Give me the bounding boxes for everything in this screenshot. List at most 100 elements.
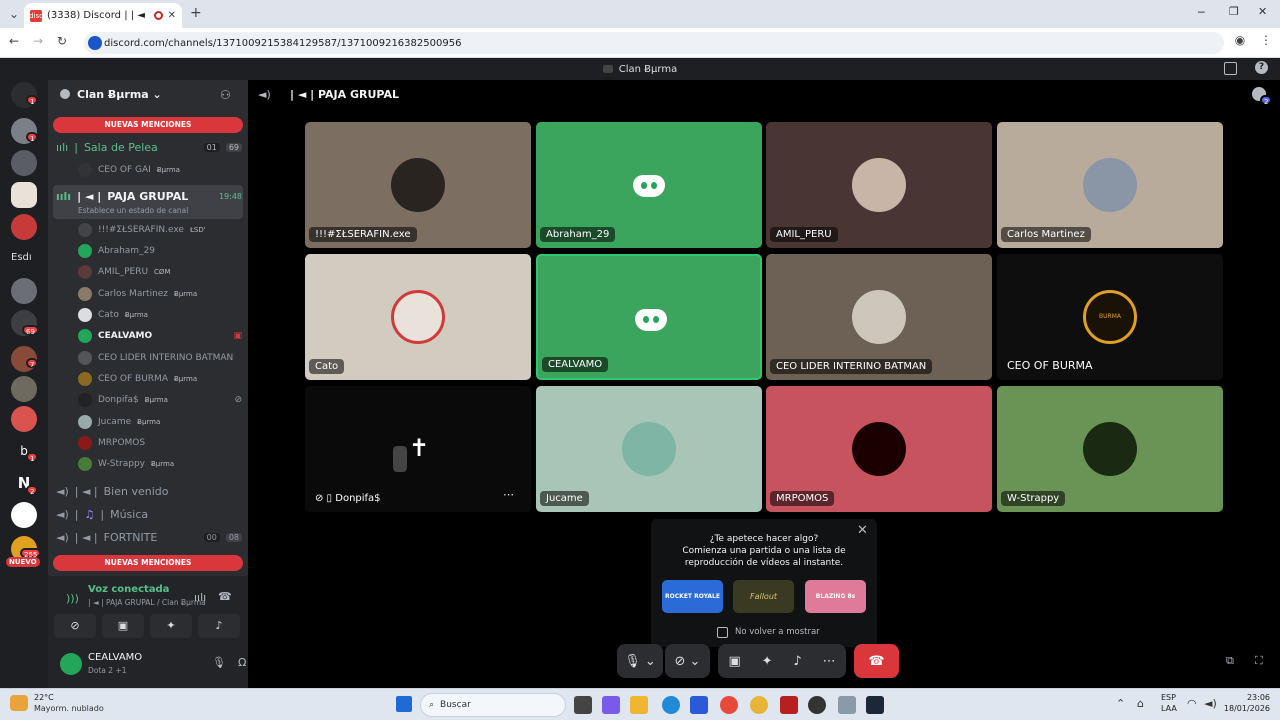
forward-icon[interactable]: → <box>30 34 46 48</box>
minimize-icon[interactable]: ─ <box>1198 6 1205 19</box>
voice-status[interactable]: Voz conectada <box>88 584 169 595</box>
help-icon[interactable]: ? <box>1255 61 1268 74</box>
video-tile-speaking[interactable]: CEALVAMO <box>536 254 762 380</box>
inbox-icon[interactable] <box>1224 62 1237 75</box>
video-tile[interactable]: ✝ ⊘ ▯ Donpifa$ ⋯ <box>305 386 531 512</box>
hang-up-button[interactable]: ☎ <box>854 644 899 678</box>
game-fallout[interactable]: Fallout <box>733 580 794 613</box>
back-icon[interactable]: ← <box>6 34 22 48</box>
more-icon[interactable]: ⋯ <box>823 654 836 669</box>
list-item[interactable]: !!!#ΣŁSERAFIN.exe ŁSD' <box>78 220 242 240</box>
list-item[interactable]: CEALVAMO ▣ <box>78 326 242 346</box>
server-icon[interactable] <box>11 406 37 432</box>
camera-off-icon[interactable]: ⊘ <box>54 614 96 638</box>
server-icon[interactable] <box>11 376 37 402</box>
server-icon[interactable] <box>11 502 37 528</box>
weather-icon[interactable] <box>10 695 28 711</box>
dota-icon[interactable] <box>780 696 798 714</box>
windows-start-icon[interactable] <box>396 696 412 712</box>
video-tile[interactable]: !!!#ΣŁSERAFIN.exe <box>305 122 531 248</box>
network-icon[interactable]: ⌂ <box>1137 697 1144 710</box>
new-tab-button[interactable]: + <box>190 5 202 21</box>
game-blazing-8s[interactable]: BLAZING 8s <box>805 580 866 613</box>
video-tile[interactable]: BURMA CEO OF BURMA <box>997 254 1223 380</box>
close-window-icon[interactable]: ✕ <box>1258 5 1267 18</box>
activities-icon[interactable]: ✦ <box>150 614 192 638</box>
screen-share-icon[interactable]: ▣ <box>728 654 740 669</box>
list-item[interactable]: Carlos Martinez Ƀμrma <box>78 284 242 304</box>
chrome-profile-icon[interactable] <box>750 696 768 714</box>
taskbar-search[interactable]: ⌕ Buscar <box>420 693 566 717</box>
chrome-icon[interactable] <box>720 696 738 714</box>
task-view-icon[interactable] <box>574 696 592 714</box>
fullscreen-icon[interactable]: ⛶ <box>1255 654 1263 668</box>
language-code[interactable]: ESP <box>1161 693 1176 702</box>
dont-show-checkbox[interactable] <box>717 627 728 638</box>
video-tile[interactable]: W-Strappy <box>997 386 1223 512</box>
channel-musica[interactable]: ◄) | ♫ | Música <box>56 504 242 524</box>
new-pill[interactable]: NUEVO <box>6 557 40 567</box>
list-item[interactable]: AMIL_PERU CØM <box>78 262 242 282</box>
activities-icon[interactable]: ✦ <box>762 654 773 669</box>
game-rocket-royale[interactable]: ROCKET ROYALE <box>662 580 723 613</box>
list-item[interactable]: Jucame Ƀμrma <box>78 412 242 432</box>
channel-paja-grupal[interactable]: ıılı | ◄ | PAJA GRUPAL 19:48 <box>56 186 242 206</box>
app-icon[interactable] <box>838 696 856 714</box>
disconnect-icon[interactable]: ☎ <box>218 590 232 603</box>
store-icon[interactable] <box>690 696 708 714</box>
new-mentions-top[interactable]: NUEVAS MENCIONES <box>53 117 243 133</box>
list-item[interactable]: Cato Ƀμrma <box>78 305 242 325</box>
list-item[interactable]: MRPOMOS <box>78 433 242 453</box>
user-avatar[interactable] <box>60 653 82 675</box>
soundboard-icon[interactable]: ♪ <box>793 654 801 669</box>
noise-suppression-icon[interactable]: ıılı <box>194 591 206 604</box>
file-explorer-icon[interactable] <box>630 696 648 714</box>
list-item[interactable]: CEO OF BURMA Ƀμrma <box>78 369 242 389</box>
menu-icon[interactable]: ⋮ <box>1258 33 1274 47</box>
edge-icon[interactable] <box>662 696 680 714</box>
site-info-icon[interactable] <box>88 36 102 50</box>
signal-icon[interactable]: ))) <box>66 592 79 605</box>
camera-button[interactable]: ⊘ ⌄ <box>665 644 710 678</box>
keyboard-layout[interactable]: LAA <box>1161 704 1177 713</box>
channel-fortnite[interactable]: ◄) | ◄ | FORTNITE 00 08 <box>56 527 242 547</box>
screen-share-icon[interactable]: ▣ <box>102 614 144 638</box>
headphones-icon[interactable]: Ω <box>238 656 246 669</box>
list-item[interactable]: Abraham_29 <box>78 241 242 261</box>
video-tile[interactable]: AMIL_PERU <box>766 122 992 248</box>
server-icon[interactable] <box>11 278 37 304</box>
list-item[interactable]: W-Strappy Ƀμrma <box>78 454 242 474</box>
wifi-icon[interactable]: ◠ <box>1187 697 1197 710</box>
server-icon-clan-burma[interactable] <box>11 182 37 208</box>
video-tile[interactable]: CEO LIDER INTERINO BATMAN <box>766 254 992 380</box>
voice-location[interactable]: | ◄ | PAJA GRUPAL / Clan Ƀμrma <box>88 598 206 607</box>
copilot-icon[interactable] <box>602 696 620 714</box>
browser-tab[interactable]: disc (3338) Discord | | ◄ | PAJA G ✕ <box>24 3 182 28</box>
tab-list-icon[interactable]: ⌄ <box>6 7 22 21</box>
more-options-icon[interactable]: ⋯ <box>503 488 514 501</box>
server-icon[interactable] <box>11 150 37 176</box>
maximize-icon[interactable]: ❐ <box>1229 5 1239 18</box>
list-item[interactable]: CEO LIDER INTERINO BATMAN <box>78 348 242 368</box>
popout-icon[interactable]: ⧉ <box>1226 654 1234 668</box>
reload-icon[interactable]: ↻ <box>54 34 70 48</box>
app-icon[interactable] <box>808 696 826 714</box>
clock-date[interactable]: 18/01/2026 <box>1212 704 1270 713</box>
video-tile[interactable]: Abraham_29 <box>536 122 762 248</box>
mute-button[interactable]: 🎙 ⌄ <box>617 644 663 678</box>
channel-sala-de-pelea[interactable]: ıılı | Sala de Pelea 01 69 <box>56 137 242 157</box>
user-name[interactable]: CEALVAMO <box>88 652 142 663</box>
tray-chevron-icon[interactable]: ⌃ <box>1116 697 1125 710</box>
list-item[interactable]: CEO OF GAI Ƀμrma <box>78 160 242 180</box>
mic-icon[interactable]: 🎙 <box>212 656 226 669</box>
list-item[interactable]: Donpifa$ Ƀμrma ⊘ <box>78 390 242 410</box>
close-tab-icon[interactable]: ✕ <box>168 10 176 21</box>
url-field[interactable]: discord.com/channels/1371009215384129587… <box>84 32 1224 54</box>
channel-bien-venido[interactable]: ◄) | ◄ | Bien venido <box>56 481 242 501</box>
soundboard-icon[interactable]: ♪ <box>198 614 240 638</box>
clock-time[interactable]: 23:06 <box>1212 693 1270 702</box>
video-tile[interactable]: Jucame <box>536 386 762 512</box>
steam-icon[interactable] <box>866 696 884 714</box>
invite-icon[interactable]: ⚇ <box>220 88 231 102</box>
new-mentions-bottom[interactable]: NUEVAS MENCIONES <box>53 555 243 571</box>
